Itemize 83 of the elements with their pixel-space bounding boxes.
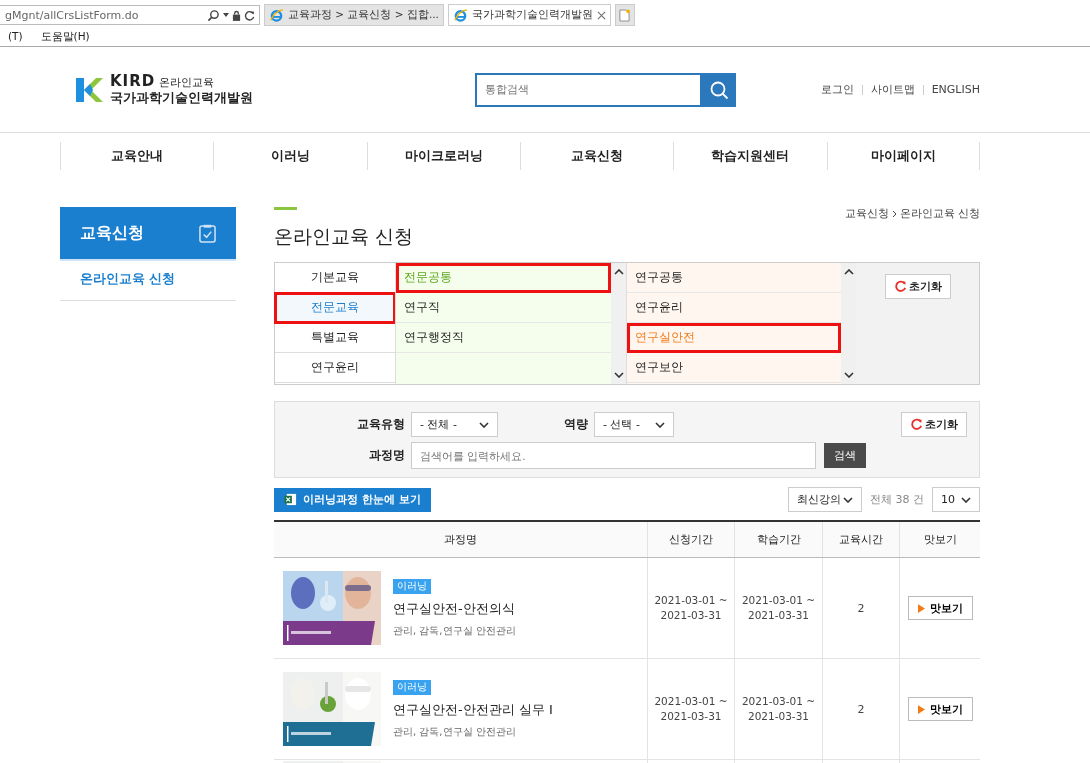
browser-icon [452,7,468,23]
search-field[interactable]: 통합검색 [474,72,702,107]
course-keywords: 관리, 감독,연구실 안전관리 [393,724,516,739]
dropdown-icon[interactable] [223,13,229,17]
field-label: 과정명 [368,447,405,464]
page-size-select[interactable]: 10 [932,487,980,512]
table-cell-text: 2021-03-01 ~ 2021-03-31 [740,593,817,623]
scrollbar[interactable] [611,263,626,384]
table-cell-text: 2021-03-01 ~ 2021-03-31 [740,694,817,724]
new-tab-icon [619,8,631,22]
column-header: 교육시간 [822,521,900,558]
competency-select[interactable]: - 선택 - [594,412,674,437]
browser-tab[interactable]: 교육과정 > 교육신청 > 집합... [264,4,444,26]
nav-item[interactable]: 이러닝 [213,142,367,170]
chevron-down-icon [843,372,854,378]
breadcrumb-item[interactable]: 교육신청 [844,207,889,262]
overview-button[interactable]: 이러닝과정 한눈에 보기 [274,487,431,512]
chevron-down-icon [479,421,489,428]
sidebar-title: 교육신청 [80,222,144,244]
scrollbar[interactable] [841,263,856,384]
address-bar[interactable]: gMgnt/allCrsListForm.do [0,5,260,25]
menu-item[interactable]: (T) [8,30,23,44]
column-header: 과정명 [274,521,648,558]
logo-icon [74,75,104,104]
header-link[interactable]: ENGLISH [931,83,980,96]
category-item[interactable]: 전문교육 [275,293,395,323]
course-search-field[interactable]: 검색어를 입력하세요. [411,442,816,469]
header-link[interactable]: 사이트맵 [870,82,915,97]
sort-select[interactable]: 최신강의 [788,487,862,512]
search-button[interactable] [701,72,736,107]
nav-item[interactable]: 교육신청 [520,142,674,170]
lock-icon [232,9,241,21]
reset-button[interactable]: 초기화 [884,274,951,299]
chevron-down-icon [613,372,624,378]
field-label: 역량 [563,416,588,433]
refresh-icon [910,418,923,431]
breadcrumb-item[interactable]: 온라인교육 신청 [899,207,980,262]
preview-button[interactable]: 맛보기 [907,697,973,721]
table-cell: 2 [857,601,865,615]
nav-item[interactable]: 마이크로러닝 [366,142,520,170]
course-tag: 이러닝 [393,679,431,695]
menu-item[interactable]: 도움말(H) [40,30,90,44]
course-title[interactable]: 연구실안전-안전관리 실무 I [393,700,553,719]
browser-tab[interactable]: 국가과학기술인력개발원 [447,4,611,26]
table-cell: 2 [857,702,865,716]
page-title: 온라인교육 신청 [274,224,414,249]
chevron-down-icon [655,421,665,428]
refresh-icon [893,280,907,293]
logo-name: 국가과학기술인력개발원 [110,90,253,106]
close-icon[interactable] [596,10,606,20]
spreadsheet-icon [284,493,297,506]
sidebar-item[interactable]: 온라인교육 신청 [60,259,236,301]
column-header: 신청기간 [647,521,735,558]
reset-button[interactable]: 초기화 [901,412,967,437]
search-icon[interactable] [207,8,220,22]
play-icon [917,603,925,613]
chevron-right-icon [891,210,897,218]
logo-text: KIRD 온라인교육 [110,73,216,91]
browser-icon [269,7,284,23]
column-header: 학습기간 [734,521,823,558]
refresh-icon[interactable] [244,9,255,21]
table-cell-text: 2021-03-01 ~ 2021-03-31 [653,593,729,623]
nav-item[interactable]: 마이페이지 [826,142,980,170]
play-icon [917,704,925,714]
chevron-down-icon [843,496,853,503]
table-cell-text: 2021-03-01 ~ 2021-03-31 [653,694,729,724]
column-header: 맛보기 [899,521,980,558]
search-button[interactable]: 검색 [824,443,866,468]
nav-item[interactable]: 교육안내 [60,142,214,170]
total-count: 전체 38 건 [870,492,924,507]
chevron-up-icon [613,269,624,275]
nav-item[interactable]: 학습지원센터 [673,142,827,170]
course-title[interactable]: 연구실안전-안전의식 [393,599,515,618]
preview-button[interactable]: 맛보기 [907,596,973,620]
search-icon [708,79,729,100]
chevron-up-icon [843,269,854,275]
header-link[interactable]: 로그인 [820,82,854,97]
type-select[interactable]: - 전체 - [411,412,498,437]
chevron-down-icon [961,496,971,503]
course-keywords: 관리, 감독,연구실 안전관리 [393,623,516,638]
clipboard-check-icon [199,223,216,243]
course-tag: 이러닝 [393,578,431,594]
field-label: 교육유형 [356,416,405,433]
